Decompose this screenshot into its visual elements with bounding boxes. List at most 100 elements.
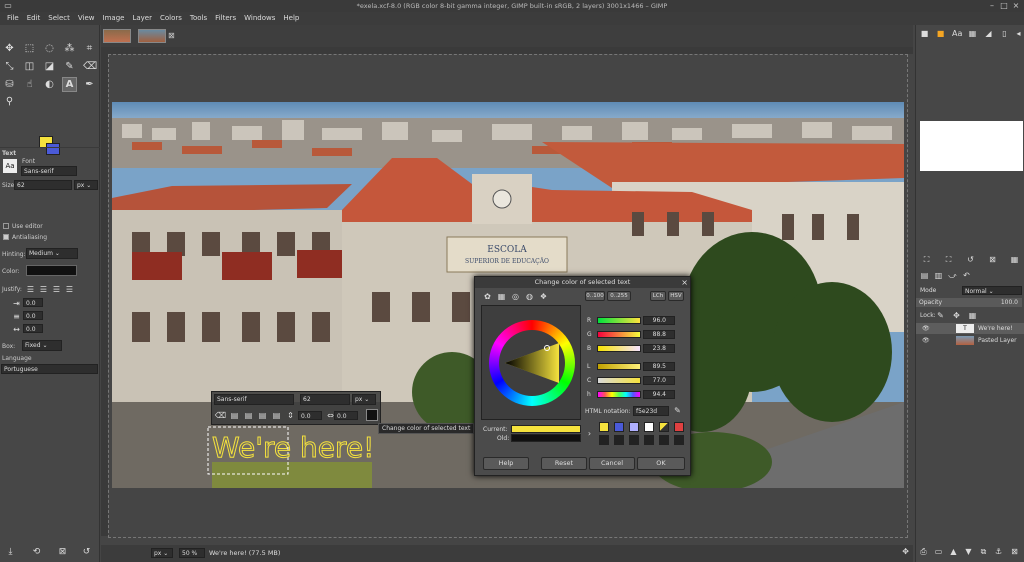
channel-c-value[interactable]: 77.0 xyxy=(643,376,675,385)
language-field[interactable]: Portuguese xyxy=(1,364,98,374)
delete-options-icon[interactable]: ⊠ xyxy=(56,546,69,559)
dock-action-4-icon[interactable]: ⊠ xyxy=(988,255,997,264)
crop-tool-icon[interactable]: ⌗ xyxy=(83,42,96,55)
dock-action-3-icon[interactable]: ↺ xyxy=(966,255,975,264)
underline-icon[interactable]: ▤ xyxy=(256,409,269,422)
fonts-tab-icon[interactable]: Aa xyxy=(952,29,962,38)
justify-right-icon[interactable]: ☰ xyxy=(37,283,50,296)
lch-button[interactable]: LCh xyxy=(650,291,666,301)
save-options-icon[interactable]: ⤓ xyxy=(4,546,17,559)
menu-tools[interactable]: Tools xyxy=(186,12,211,25)
document-history-tab-icon[interactable]: ▯ xyxy=(1000,29,1009,38)
channel-g-value[interactable]: 88.8 xyxy=(643,330,675,339)
channel-b-slider[interactable] xyxy=(597,345,641,352)
lock-alpha-icon[interactable]: ▦ xyxy=(968,311,977,320)
menu-filters[interactable]: Filters xyxy=(211,12,240,25)
palettes-tab-icon[interactable]: ◢ xyxy=(984,29,993,38)
bucket-fill-tool-icon[interactable]: ⛁ xyxy=(3,78,16,91)
justify-center-icon[interactable]: ☰ xyxy=(50,283,63,296)
undo-history-tab-icon[interactable]: ↶ xyxy=(962,271,971,280)
add-to-history-icon[interactable]: › xyxy=(583,427,596,440)
menu-help[interactable]: Help xyxy=(279,12,303,25)
zoom-select[interactable]: 50 % xyxy=(179,548,205,558)
channel-g-slider[interactable] xyxy=(597,331,641,338)
image-tab-1[interactable] xyxy=(103,29,131,43)
channel-b-value[interactable]: 23.8 xyxy=(643,344,675,353)
menu-windows[interactable]: Windows xyxy=(240,12,279,25)
eyedropper-icon[interactable]: ✎ xyxy=(671,404,684,417)
delete-layer-icon[interactable]: ⊠ xyxy=(1010,547,1019,556)
channels-tab-icon[interactable]: ▥ xyxy=(934,271,943,280)
unified-transform-tool-icon[interactable]: ⤡ xyxy=(3,60,16,73)
channel-h-slider[interactable] xyxy=(597,391,641,398)
text-toolbar-unit-select[interactable]: px ⌄ xyxy=(352,394,376,405)
history-swatch-5[interactable] xyxy=(659,422,669,432)
warp-tool-icon[interactable]: ◫ xyxy=(23,60,36,73)
cage-tool-icon[interactable]: ◪ xyxy=(43,60,56,73)
new-layer-icon[interactable]: ⎙ xyxy=(919,547,928,556)
unit-select[interactable]: px ⌄ xyxy=(151,548,173,558)
image-tab-2[interactable] xyxy=(138,29,166,43)
anchor-layer-icon[interactable]: ⚓ xyxy=(994,547,1003,556)
channel-r-value[interactable]: 96.0 xyxy=(643,316,675,325)
menu-view[interactable]: View xyxy=(74,12,99,25)
sv-triangle[interactable] xyxy=(499,330,565,396)
minimize-icon[interactable]: – xyxy=(986,0,998,12)
history-swatch-12[interactable] xyxy=(674,435,684,445)
range-100-button[interactable]: 0..100 xyxy=(585,291,605,301)
close-tab-icon[interactable]: ⊠ xyxy=(168,31,175,40)
dodge-tool-icon[interactable]: ◐ xyxy=(43,78,56,91)
brushes-tab-icon[interactable]: ■ xyxy=(920,29,929,38)
patterns-tab-icon[interactable]: ■ xyxy=(936,29,945,38)
opacity-slider[interactable]: Opacity 100.0 xyxy=(916,298,1022,307)
channel-c-slider[interactable] xyxy=(597,377,641,384)
layers-tab-icon[interactable]: ▤ xyxy=(920,271,929,280)
lower-layer-icon[interactable]: ▼ xyxy=(964,547,973,556)
layer-row[interactable]: 👁 Pasted Layer xyxy=(916,335,1024,346)
history-swatch-7[interactable] xyxy=(599,435,609,445)
navigate-icon[interactable]: ✥ xyxy=(902,547,909,556)
paths-tab-icon[interactable]: ⤻ xyxy=(948,271,957,280)
size-field[interactable]: 62 xyxy=(14,180,72,190)
kerning-field[interactable]: 0.0 xyxy=(334,411,358,420)
history-swatch-6[interactable] xyxy=(674,422,684,432)
text-color-button[interactable] xyxy=(26,265,77,276)
text-tool-icon[interactable]: A xyxy=(62,77,77,92)
html-notation-field[interactable]: f5e23d xyxy=(633,406,669,416)
range-255-button[interactable]: 0..255 xyxy=(607,291,631,301)
justify-left-icon[interactable]: ☰ xyxy=(24,283,37,296)
close-icon[interactable]: × xyxy=(1010,0,1022,12)
bold-icon[interactable]: ▤ xyxy=(228,409,241,422)
reset-button[interactable]: Reset xyxy=(541,457,587,470)
rect-select-tool-icon[interactable]: ⬚ xyxy=(23,42,36,55)
background-color-swatch[interactable] xyxy=(46,143,60,155)
color-wheel-panel[interactable] xyxy=(481,305,581,420)
watercolor-selector-icon[interactable]: ◎ xyxy=(509,290,522,303)
gimp-selector-icon[interactable]: ✿ xyxy=(481,290,494,303)
dock-menu-icon[interactable]: ◂ xyxy=(1014,29,1023,38)
help-button[interactable]: Help xyxy=(483,457,529,470)
font-preview-icon[interactable]: Aa xyxy=(3,159,17,173)
layer-row[interactable]: 👁 T We're here! xyxy=(916,323,1024,334)
text-toolbar-font-field[interactable]: Sans-serif xyxy=(214,394,294,405)
smudge-tool-icon[interactable]: ☝ xyxy=(23,78,36,91)
dock-action-2-icon[interactable]: ⛶ xyxy=(944,255,953,264)
maximize-icon[interactable]: □ xyxy=(998,0,1010,12)
palette-selector-icon[interactable]: ❖ xyxy=(537,290,550,303)
hsv-button[interactable]: HSV xyxy=(668,291,684,301)
menu-edit[interactable]: Edit xyxy=(23,12,45,25)
baseline-field[interactable]: 0.0 xyxy=(298,411,322,420)
fuzzy-select-tool-icon[interactable]: ⁂ xyxy=(63,42,76,55)
eraser-tool-icon[interactable]: ⌫ xyxy=(83,60,97,73)
canvas-text-layer[interactable]: We're here! xyxy=(212,431,375,465)
menu-colors[interactable]: Colors xyxy=(156,12,186,25)
menu-layer[interactable]: Layer xyxy=(128,12,156,25)
layer-visibility-icon[interactable]: 👁 xyxy=(922,335,930,346)
justify-fill-icon[interactable]: ☰ xyxy=(63,283,76,296)
menu-select[interactable]: Select xyxy=(44,12,74,25)
ok-button[interactable]: OK xyxy=(637,457,685,470)
channel-r-slider[interactable] xyxy=(597,317,641,324)
letter-spacing-field[interactable]: 0.0 xyxy=(23,324,43,333)
gradients-tab-icon[interactable]: ▦ xyxy=(968,29,977,38)
history-swatch-9[interactable] xyxy=(629,435,639,445)
